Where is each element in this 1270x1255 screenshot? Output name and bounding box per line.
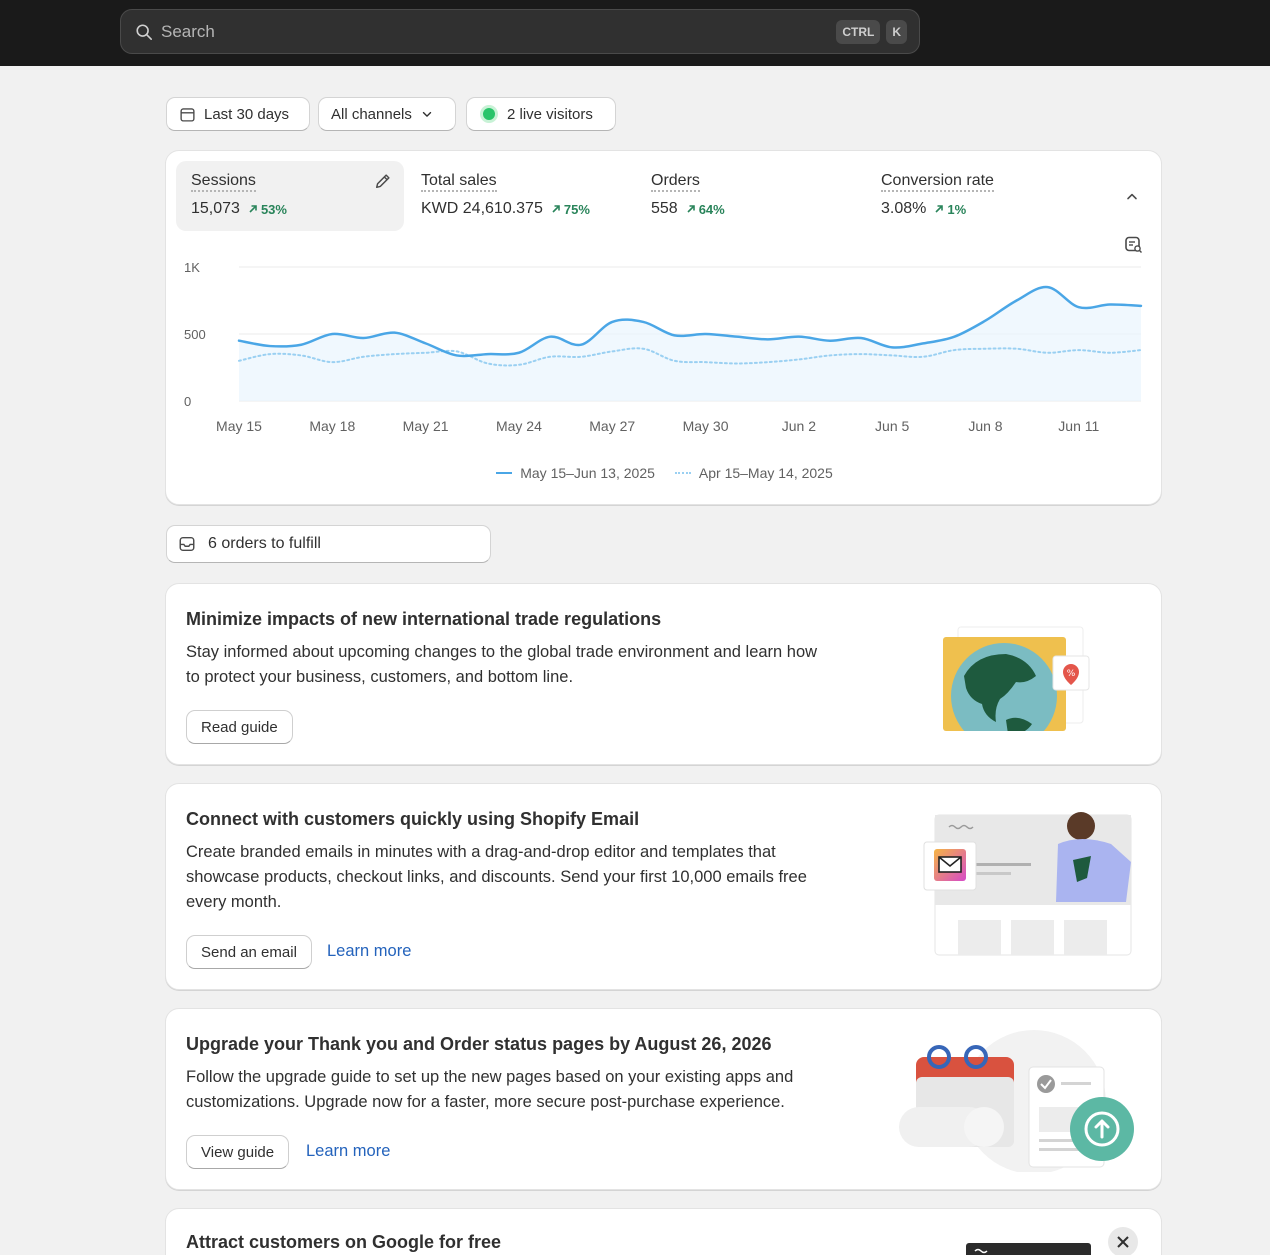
y-tick-label: 0 — [184, 394, 191, 409]
promo-title: Attract customers on Google for free — [186, 1232, 502, 1252]
arrow-up-right-icon — [249, 205, 257, 213]
x-tick-label: May 21 — [403, 418, 449, 434]
upgrade-illustration — [899, 1030, 1134, 1172]
legend-swatch-current — [496, 472, 513, 474]
metric-change: 64% — [686, 202, 725, 217]
channels-label: All channels — [331, 105, 412, 123]
promo-title: Upgrade your Thank you and Order status … — [186, 1034, 772, 1054]
metric-change: 75% — [551, 202, 590, 217]
y-tick-label: 1K — [184, 260, 200, 275]
x-tick-label: May 27 — [589, 418, 635, 434]
read-guide-button[interactable]: Read guide — [186, 710, 293, 744]
chevron-down-icon — [422, 111, 432, 117]
arrow-up-right-icon — [687, 205, 695, 213]
google-illustration — [966, 1243, 1091, 1255]
x-tick-label: May 18 — [309, 418, 355, 434]
promo-card-google: Attract customers on Google for free — [165, 1208, 1162, 1255]
metric-change: 53% — [248, 202, 287, 217]
promo-card-email: Connect with customers quickly using Sho… — [165, 783, 1162, 990]
metric-total-sales[interactable]: Total sales KWD 24,610.375 75% — [406, 161, 634, 231]
date-range-button[interactable]: Last 30 days — [166, 97, 310, 131]
date-range-label: Last 30 days — [204, 105, 290, 123]
live-indicator-icon — [483, 108, 495, 120]
metric-value: 558 — [651, 200, 678, 217]
promo-card-trade: Minimize impacts of new international tr… — [165, 583, 1162, 765]
top-bar: Search CTRL K — [0, 0, 1270, 66]
send-email-button[interactable]: Send an email — [186, 935, 312, 969]
search-placeholder: Search — [161, 21, 215, 41]
x-tick-label: May 30 — [683, 418, 729, 434]
calendar-icon — [180, 107, 195, 122]
promo-card-upgrade: Upgrade your Thank you and Order status … — [165, 1008, 1162, 1190]
legend-current: May 15–Jun 13, 2025 — [520, 465, 655, 481]
promo-body: Follow the upgrade guide to set up the n… — [186, 1068, 794, 1111]
learn-more-link[interactable]: Learn more — [306, 1142, 390, 1161]
metric-label: Orders — [651, 172, 700, 192]
close-icon — [1117, 1236, 1129, 1248]
legend-swatch-previous — [674, 472, 691, 474]
live-visitors-button[interactable]: 2 live visitors — [466, 97, 616, 131]
chart-legend: May 15–Jun 13, 2025 Apr 15–May 14, 2025 — [166, 465, 1163, 481]
promo-title: Connect with customers quickly using Sho… — [186, 809, 640, 829]
email-illustration — [923, 812, 1132, 956]
arrow-up-right-icon — [552, 205, 560, 213]
close-button[interactable] — [1108, 1227, 1138, 1255]
chevron-up-icon[interactable] — [1124, 189, 1140, 205]
promo-body: Stay informed about upcoming changes to … — [186, 643, 818, 686]
metric-sessions[interactable]: Sessions 15,073 53% — [176, 161, 404, 231]
shortcut-ctrl: CTRL — [836, 19, 881, 44]
x-tick-label: May 24 — [496, 418, 542, 434]
metric-orders[interactable]: Orders 558 64% — [636, 161, 864, 231]
search-bar[interactable]: Search CTRL K — [120, 9, 920, 54]
view-guide-button[interactable]: View guide — [186, 1135, 290, 1169]
y-tick-label: 500 — [184, 327, 206, 342]
shortcut-k: K — [886, 19, 907, 44]
metric-label: Sessions — [191, 172, 256, 192]
metric-label: Total sales — [421, 172, 497, 192]
pencil-icon[interactable] — [374, 172, 392, 190]
channels-dropdown[interactable]: All channels — [318, 97, 456, 131]
svg-text:%: % — [1067, 669, 1076, 679]
metric-label: Conversion rate — [881, 172, 994, 192]
analytics-card: Sessions 15,073 53% Total sales KWD 24,6… — [165, 150, 1162, 505]
search-icon — [136, 23, 153, 40]
inbox-icon — [179, 536, 195, 552]
arrow-up-right-icon — [935, 205, 944, 213]
x-tick-label: Jun 11 — [1058, 418, 1099, 434]
x-tick-label: May 15 — [216, 418, 262, 434]
legend-previous: Apr 15–May 14, 2025 — [698, 465, 833, 481]
metric-value: 15,073 — [191, 200, 240, 217]
metric-change: 1% — [934, 202, 966, 217]
promo-title: Minimize impacts of new international tr… — [186, 609, 662, 629]
orders-to-fulfill-button[interactable]: 6 orders to fulfill — [166, 525, 491, 563]
sessions-line-chart: 0 500 1K May 15 May 18 May 21 May 24 May 27 May … — [184, 260, 1143, 434]
orders-to-fulfill-label: 6 orders to fulfill — [208, 535, 321, 552]
live-visitors-label: 2 live visitors — [507, 105, 593, 123]
x-tick-label: Jun 2 — [782, 418, 816, 434]
learn-more-link[interactable]: Learn more — [327, 942, 411, 961]
globe-illustration: % — [943, 626, 1090, 731]
metric-value: 3.08% — [881, 200, 927, 217]
series-area-current — [239, 287, 1141, 401]
x-tick-label: Jun 5 — [875, 418, 909, 434]
metric-value: KWD 24,610.375 — [421, 200, 543, 217]
metric-conversion-rate[interactable]: Conversion rate 3.08% 1% — [866, 161, 1094, 231]
x-tick-label: Jun 8 — [968, 418, 1002, 434]
promo-body: Create branded emails in minutes with a … — [186, 843, 807, 911]
